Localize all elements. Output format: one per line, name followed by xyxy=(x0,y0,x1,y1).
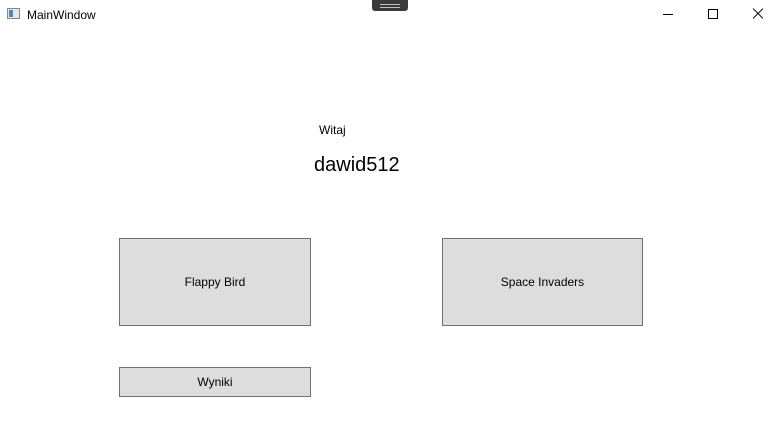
flappy-bird-button[interactable]: Flappy Bird xyxy=(119,238,311,326)
close-button[interactable] xyxy=(736,0,781,30)
minimize-button[interactable] xyxy=(646,0,691,30)
minimize-icon xyxy=(663,14,673,15)
app-window-icon xyxy=(7,8,20,19)
scores-button[interactable]: Wyniki xyxy=(119,367,311,397)
main-window: MainWindow Witaj dawid512 Flappy Bird Sp… xyxy=(0,0,782,439)
greeting-label: Witaj xyxy=(319,123,346,137)
username-label: dawid512 xyxy=(314,154,400,176)
space-invaders-button[interactable]: Space Invaders xyxy=(442,238,643,326)
maximize-icon xyxy=(708,9,718,19)
close-icon xyxy=(752,8,764,20)
drag-handle-icon[interactable] xyxy=(372,0,408,11)
window-title: MainWindow xyxy=(27,8,96,22)
title-bar[interactable]: MainWindow xyxy=(0,0,782,30)
maximize-button[interactable] xyxy=(691,0,736,30)
